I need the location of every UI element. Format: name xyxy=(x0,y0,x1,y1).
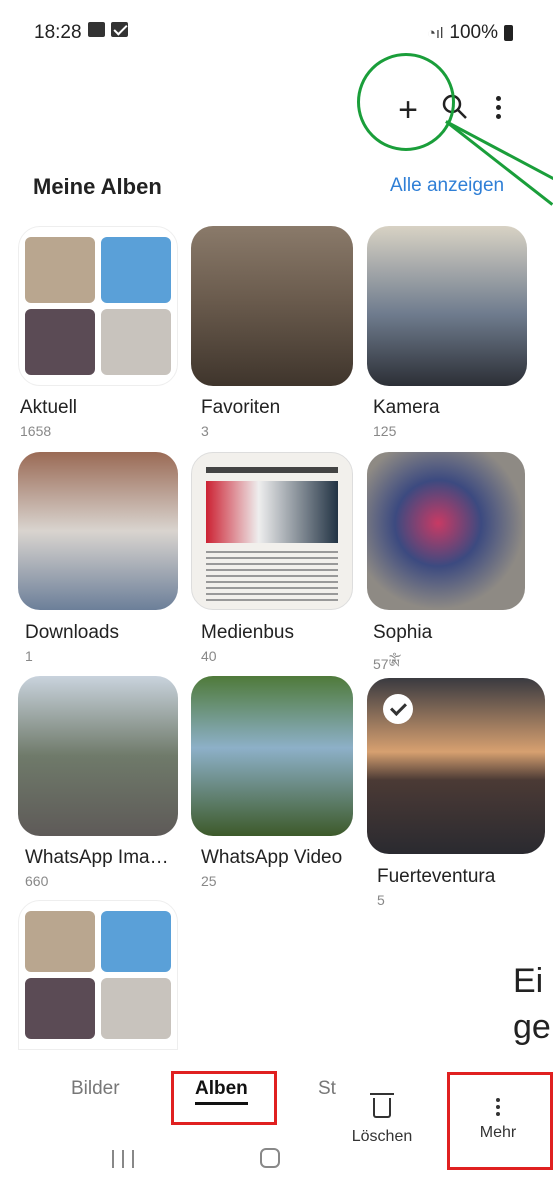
more-label: Mehr xyxy=(479,1124,517,1141)
album-thumbnail-whatsapp-images[interactable] xyxy=(18,676,178,836)
album-name: Fuerteventura xyxy=(377,866,496,887)
check-selected-icon[interactable] xyxy=(383,694,413,724)
album-count: 5 xyxy=(377,892,385,908)
album-name: WhatsApp Ima… xyxy=(25,847,169,868)
home-icon[interactable] xyxy=(260,1148,280,1168)
album-name: WhatsApp Video xyxy=(201,847,343,868)
album-count: 125 xyxy=(373,423,397,439)
mail-notification-icon xyxy=(111,22,128,37)
wifi-signal-icon: ◔ıl xyxy=(426,24,444,42)
battery-icon xyxy=(504,25,513,41)
tab-pictures[interactable]: Bilder xyxy=(71,1078,120,1100)
overlay-text-line1: Ei xyxy=(513,962,544,1000)
album-thumbnail-medienbus[interactable] xyxy=(191,452,353,610)
album-count: 40 xyxy=(201,648,217,664)
delete-button[interactable]: Löschen xyxy=(345,1092,419,1152)
notification-icons xyxy=(88,22,128,37)
album-name: Downloads xyxy=(25,622,119,643)
more-dots-icon xyxy=(462,1098,534,1116)
album-count: 3 xyxy=(201,423,209,439)
status-time: 18:28 xyxy=(34,22,82,43)
status-right: ◔ıl 100% xyxy=(427,22,513,44)
delete-label: Löschen xyxy=(351,1128,413,1145)
tab-albums[interactable]: Alben xyxy=(195,1078,248,1105)
album-thumbnail-favoriten[interactable] xyxy=(191,226,353,386)
overlay-text-line2: ge xyxy=(513,1008,551,1046)
trash-icon xyxy=(370,1093,394,1118)
album-name: Sophia xyxy=(373,622,433,643)
album-name: Aktuell xyxy=(20,397,78,418)
see-all-link[interactable]: Alle anzeigen xyxy=(390,175,504,197)
album-thumbnail-fuerteventura[interactable] xyxy=(367,678,545,854)
more-options-icon[interactable] xyxy=(486,92,510,122)
album-thumbnail-whatsapp-video[interactable] xyxy=(191,676,353,836)
album-count: 25 xyxy=(201,873,217,889)
recent-apps-icon[interactable] xyxy=(112,1150,134,1168)
album-count: 1658 xyxy=(20,423,52,439)
album-name: Medienbus xyxy=(201,622,294,643)
annotation-arrow xyxy=(445,120,553,182)
album-name: Favoriten xyxy=(201,397,281,418)
album-thumbnail-aktuell[interactable] xyxy=(18,226,178,386)
album-count: 660 xyxy=(25,873,49,889)
album-count: 1 xyxy=(25,648,33,664)
album-name: Kamera xyxy=(373,397,440,418)
battery-percent: 100% xyxy=(449,22,498,43)
more-button[interactable]: Mehr xyxy=(462,1092,534,1152)
gallery-notification-icon xyxy=(88,22,105,37)
tab-stories[interactable]: St xyxy=(318,1078,336,1100)
annotation-circle xyxy=(357,53,455,151)
section-title: Meine Alben xyxy=(33,174,162,199)
album-thumbnail-kamera[interactable] xyxy=(367,226,527,386)
album-thumbnail-partial[interactable] xyxy=(18,900,178,1050)
album-thumbnail-downloads[interactable] xyxy=(18,452,178,610)
album-thumbnail-sophia[interactable] xyxy=(367,452,525,610)
